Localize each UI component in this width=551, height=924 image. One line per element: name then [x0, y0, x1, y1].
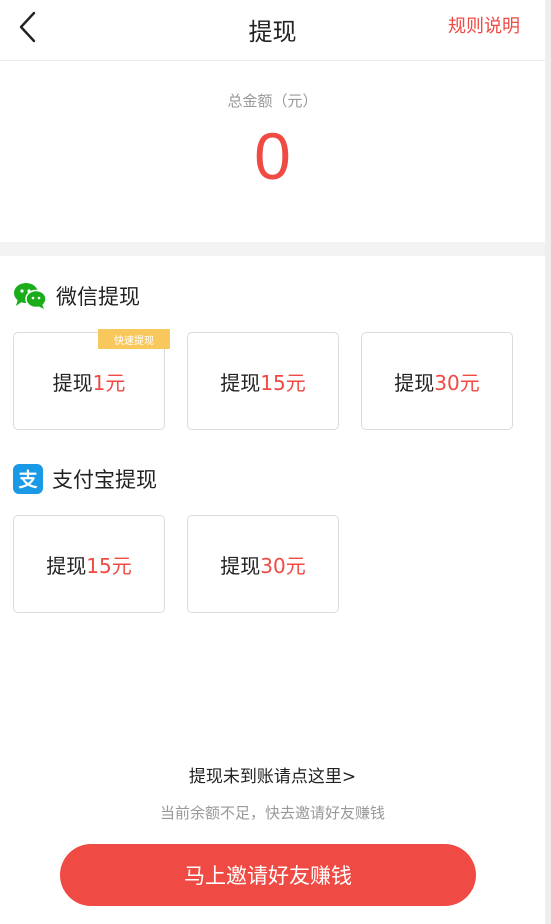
option-prefix: 提现: [220, 553, 261, 578]
total-balance-panel: 总金额（元） 0: [0, 61, 545, 242]
wechat-withdraw-1-option[interactable]: 快速提现 提现 1元: [13, 329, 170, 430]
option-amount: 15元: [86, 553, 132, 578]
invite-friends-button[interactable]: 马上邀请好友赚钱: [60, 844, 476, 906]
wechat-icon: [14, 283, 47, 309]
section-divider: [0, 242, 545, 256]
svg-text:支: 支: [17, 469, 38, 491]
withdraw-not-arrived-link[interactable]: 提现未到账请点这里>: [0, 762, 545, 787]
right-gutter: [545, 0, 551, 924]
insufficient-balance-hint: 当前余额不足，快去邀请好友赚钱: [159, 804, 385, 822]
wechat-withdraw-30-option[interactable]: 提现 30元: [361, 332, 513, 430]
top-bar: 提现 规则说明: [0, 0, 545, 61]
alipay-withdraw-15-option[interactable]: 提现 15元: [13, 515, 165, 613]
alipay-section-title: 支付宝提现: [52, 468, 157, 492]
total-label: 总金额（元）: [227, 92, 318, 110]
fast-withdraw-badge: 快速提现: [98, 329, 170, 349]
rules-link[interactable]: 规则说明: [448, 12, 520, 38]
alipay-icon: 支: [13, 464, 43, 494]
wechat-section-header: 微信提现: [13, 281, 140, 311]
option-amount: 1元: [92, 370, 126, 395]
alipay-withdraw-30-option[interactable]: 提现 30元: [187, 515, 339, 613]
option-prefix: 提现: [52, 370, 93, 395]
option-amount: 30元: [434, 370, 480, 395]
option-prefix: 提现: [46, 553, 87, 578]
wechat-section-title: 微信提现: [56, 285, 140, 309]
alipay-section-header: 支 支付宝提现: [13, 464, 157, 494]
option-amount: 30元: [260, 553, 306, 578]
total-amount: 0: [254, 119, 291, 193]
option-amount: 15元: [260, 370, 306, 395]
option-prefix: 提现: [220, 370, 261, 395]
option-prefix: 提现: [394, 370, 435, 395]
wechat-withdraw-15-option[interactable]: 提现 15元: [187, 332, 339, 430]
